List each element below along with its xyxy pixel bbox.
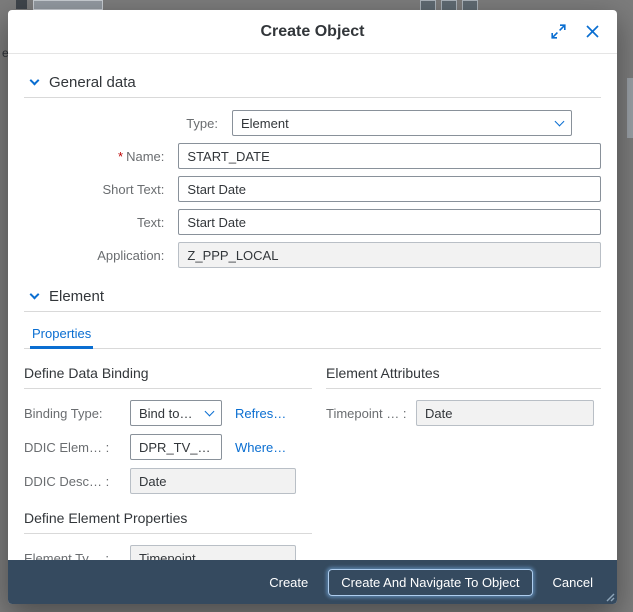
form-row-name: *Name: <box>24 143 601 169</box>
chevron-down-icon <box>30 76 40 86</box>
binding-type-select[interactable]: Bind to… <box>130 400 222 426</box>
row-ddic-element: DDIC Elem… : Where… <box>24 434 312 460</box>
where-used-link[interactable]: Where… <box>235 440 286 455</box>
name-label: *Name: <box>24 149 178 164</box>
general-data-form: Type: Element *Name: Short Text: Text: <box>24 110 601 268</box>
tab-strip: Properties <box>24 318 601 349</box>
text-label: Text: <box>24 215 178 230</box>
create-button[interactable]: Create <box>259 569 318 596</box>
form-row-short-text: Short Text: <box>24 176 601 202</box>
section-general-data[interactable]: General data <box>24 68 601 98</box>
define-data-binding-header: Define Data Binding <box>24 365 312 389</box>
chevron-down-icon <box>30 290 40 300</box>
section-general-title: General data <box>49 74 136 91</box>
background-fragment-bar <box>627 78 633 138</box>
binding-type-label: Binding Type: <box>24 406 130 421</box>
dialog-body: General data Type: Element *Name: Short … <box>8 54 617 560</box>
short-text-input[interactable] <box>178 176 601 202</box>
create-and-navigate-button[interactable]: Create And Navigate To Object <box>328 569 532 596</box>
background-fragment-dropdown <box>16 0 27 9</box>
dialog-header: Create Object <box>8 10 617 54</box>
name-input[interactable] <box>178 143 601 169</box>
dialog-footer: Create Create And Navigate To Object Can… <box>8 560 617 604</box>
define-element-properties-header: Define Element Properties <box>24 510 312 534</box>
type-select-value: Element <box>241 116 556 131</box>
type-label: Type: <box>24 116 232 131</box>
element-attributes-header: Element Attributes <box>326 365 601 389</box>
timepoint-label: Timepoint … : <box>326 406 416 421</box>
element-type-input <box>130 545 296 560</box>
properties-columns: Define Data Binding Binding Type: Bind t… <box>24 365 601 560</box>
name-label-text: Name: <box>126 149 164 164</box>
close-icon-glyph <box>586 25 599 38</box>
create-object-dialog: Create Object General data Type <box>8 10 617 604</box>
cancel-button[interactable]: Cancel <box>543 569 603 596</box>
ddic-element-label: DDIC Elem… : <box>24 440 130 455</box>
row-timepoint: Timepoint … : <box>326 400 601 426</box>
section-element-title: Element <box>49 288 104 305</box>
form-row-application: Application: <box>24 242 601 268</box>
chevron-down-icon <box>555 117 565 127</box>
ddic-description-label: DDIC Desc… : <box>24 474 130 489</box>
chevron-down-icon <box>205 407 215 417</box>
row-binding-type: Binding Type: Bind to… Refres… <box>24 400 312 426</box>
form-row-text: Text: <box>24 209 601 235</box>
element-attributes-column: Element Attributes Timepoint … : <box>326 365 601 560</box>
background-fragment-inputbox <box>33 0 103 10</box>
row-ddic-description: DDIC Desc… : <box>24 468 312 494</box>
row-element-type: Element Ty… : <box>24 545 312 560</box>
required-asterisk: * <box>118 149 123 164</box>
short-text-label: Short Text: <box>24 182 178 197</box>
application-label: Application: <box>24 248 178 263</box>
expand-icon[interactable] <box>545 19 571 45</box>
dialog-title: Create Object <box>68 23 557 41</box>
ddic-element-input[interactable] <box>130 434 222 460</box>
ddic-description-input <box>130 468 296 494</box>
element-type-label: Element Ty… : <box>24 551 130 561</box>
binding-type-value: Bind to… <box>139 406 206 421</box>
close-icon[interactable] <box>579 19 605 45</box>
section-element[interactable]: Element <box>24 282 601 312</box>
type-select[interactable]: Element <box>232 110 572 136</box>
refresh-link[interactable]: Refres… <box>235 406 286 421</box>
application-input <box>178 242 601 268</box>
expand-icon-glyph <box>551 24 566 39</box>
resize-grip-icon[interactable] <box>604 591 615 602</box>
tab-properties[interactable]: Properties <box>30 318 93 349</box>
data-binding-column: Define Data Binding Binding Type: Bind t… <box>24 365 312 560</box>
timepoint-input <box>416 400 594 426</box>
form-row-type: Type: Element <box>24 110 601 136</box>
text-input[interactable] <box>178 209 601 235</box>
